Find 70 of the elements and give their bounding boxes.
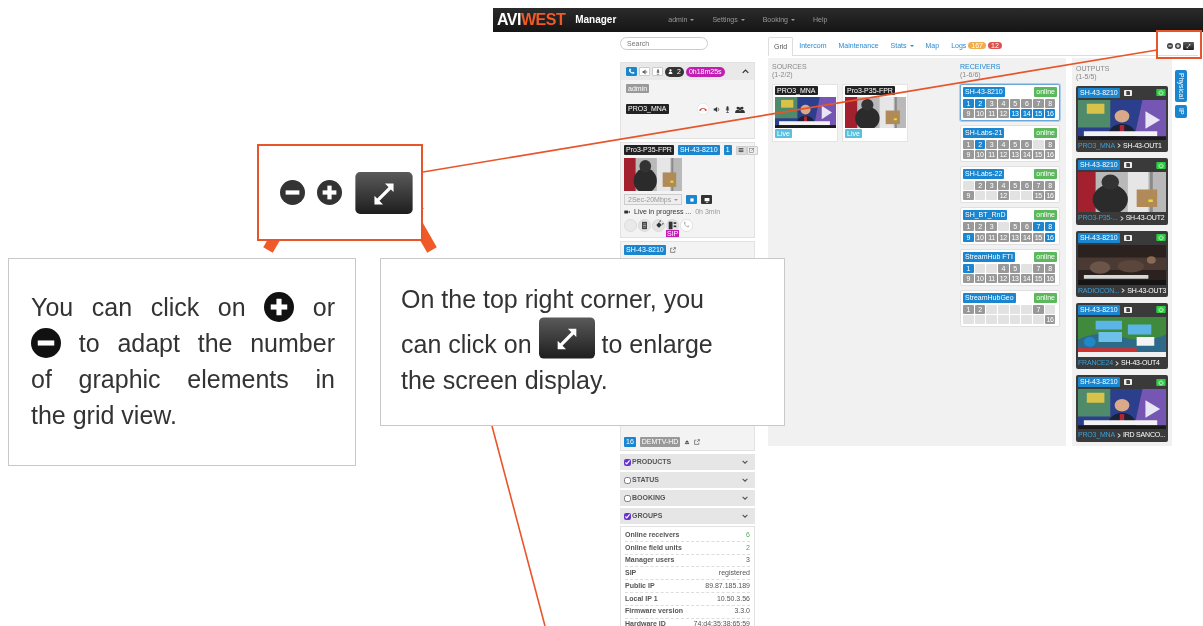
callout-text: On the top right corner, you	[401, 285, 704, 313]
stop-icon	[687, 195, 696, 204]
person-icon	[668, 69, 673, 74]
power-icon	[1156, 234, 1166, 242]
logo: AVIWEST	[497, 10, 566, 30]
mic-button[interactable]	[652, 67, 663, 76]
zoom-in-icon	[317, 180, 342, 205]
card-icon	[1123, 234, 1132, 241]
card-icon	[1123, 379, 1132, 386]
chevron-icon	[1119, 215, 1124, 221]
chevron-icon	[742, 478, 748, 482]
power-icon	[1156, 378, 1166, 386]
callout-text: or	[312, 293, 335, 321]
speaker-icon	[713, 105, 720, 113]
external-link-icon	[669, 247, 676, 253]
group-icon	[735, 105, 745, 113]
chevron-icon	[1116, 433, 1121, 439]
monitor-icon	[702, 195, 711, 204]
list-button[interactable]	[735, 145, 747, 155]
power-icon	[1156, 161, 1166, 169]
enlarge-icon[interactable]	[1183, 41, 1194, 50]
phone-button[interactable]	[626, 67, 637, 76]
mic-icon	[654, 68, 661, 75]
checkbox[interactable]	[624, 458, 631, 466]
checkbox[interactable]	[624, 476, 631, 484]
phone-icon	[680, 219, 693, 233]
callout-text: to adapt the number	[78, 329, 335, 357]
hang-up-icon	[697, 103, 709, 116]
card-icon	[1123, 306, 1132, 313]
minus-icon	[31, 328, 61, 358]
collapse-icon	[742, 69, 749, 74]
eject-icon	[684, 439, 691, 445]
callout-text: to enlarge	[601, 330, 713, 358]
enlarge-icon	[538, 317, 595, 359]
card-icon	[1123, 162, 1132, 169]
mic-icon	[724, 105, 731, 113]
card-icon	[1123, 89, 1132, 96]
callout-text: You can click on	[31, 293, 246, 321]
chevron-icon	[742, 460, 748, 464]
power-icon	[1156, 306, 1166, 314]
zoom-out-icon	[280, 180, 305, 205]
callout-text: the screen display.	[401, 366, 608, 394]
speaker-icon	[641, 68, 648, 75]
stop-button[interactable]	[686, 195, 698, 204]
zoom-in-icon[interactable]	[1175, 42, 1181, 49]
chevron-icon	[1114, 360, 1119, 366]
monitor-button[interactable]	[701, 195, 713, 204]
checkbox[interactable]	[624, 494, 631, 502]
chevron-icon	[742, 496, 748, 500]
checkbox[interactable]	[624, 512, 631, 520]
callout-text: the grid view.	[31, 401, 177, 429]
callout-text: can click on	[401, 330, 532, 358]
speaker-button[interactable]	[639, 67, 650, 76]
enlarge-icon	[354, 171, 414, 214]
plug-icon	[652, 219, 665, 233]
product-name: Manager	[575, 14, 617, 26]
power-icon	[1156, 89, 1166, 97]
phone-icon	[628, 68, 635, 75]
zoom-out-icon[interactable]	[1167, 42, 1173, 49]
plus-icon	[264, 292, 295, 322]
document-icon	[638, 219, 651, 233]
camera-icon	[624, 210, 630, 215]
list-icon	[738, 147, 745, 153]
highlight-frame	[1156, 30, 1202, 59]
chevron-icon	[742, 514, 748, 518]
edit-icon	[749, 147, 756, 153]
callout-text: of graphic elements in	[31, 365, 335, 393]
chevron-icon	[1116, 143, 1121, 149]
external-link-icon	[694, 439, 701, 445]
chevron-icon	[1121, 288, 1126, 294]
